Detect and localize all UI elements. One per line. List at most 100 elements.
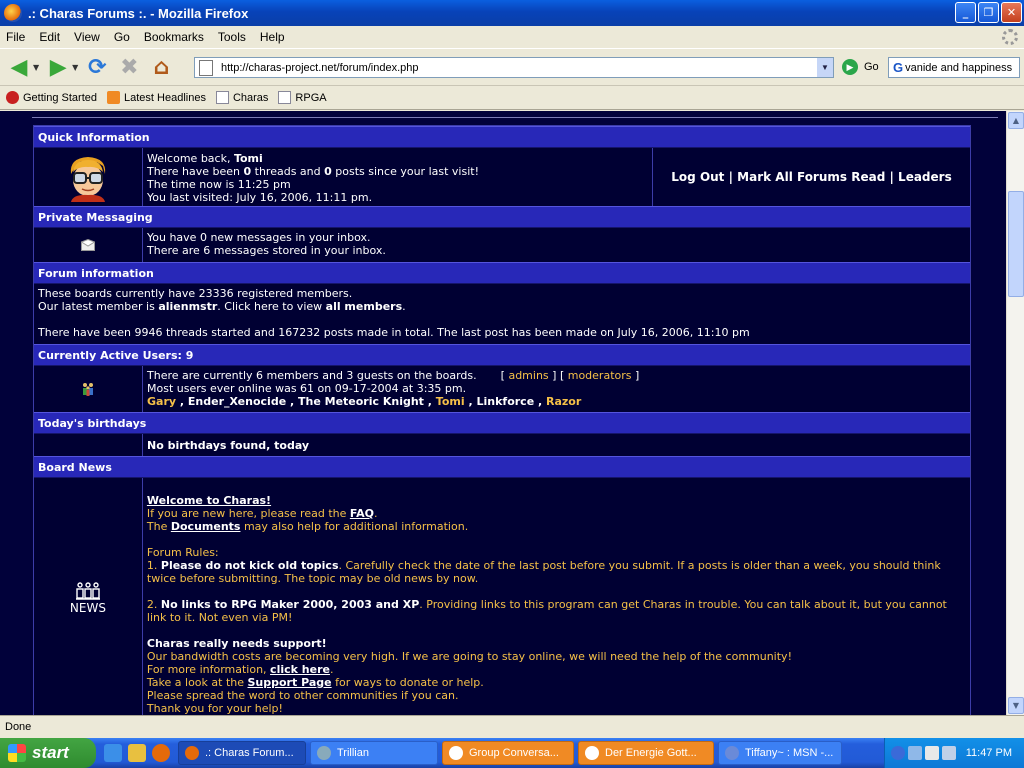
task-group-conversation[interactable]: Group Conversa... xyxy=(442,741,574,765)
firefox-icon xyxy=(185,746,199,760)
menu-view[interactable]: View xyxy=(74,30,100,44)
more-info-end: . xyxy=(329,663,334,676)
go-button[interactable]: ▶ Go xyxy=(842,59,879,75)
bookmark-latest-headlines[interactable]: Latest Headlines xyxy=(107,91,206,104)
taskbar: start .: Charas Forum... Trillian Group … xyxy=(0,738,1024,768)
username: Tomi xyxy=(233,152,263,165)
media-icon[interactable] xyxy=(128,744,146,762)
scroll-down-icon[interactable]: ▼ xyxy=(1008,697,1024,714)
posts-suffix: posts since your last visit! xyxy=(331,165,479,178)
bookmarks-toolbar: Getting Started Latest Headlines Charas … xyxy=(0,86,1024,110)
maximize-button[interactable]: ❐ xyxy=(978,2,999,23)
close-button[interactable]: ✕ xyxy=(1001,2,1022,23)
menu-bar: File Edit View Go Bookmarks Tools Help xyxy=(0,26,1024,48)
vertical-scrollbar[interactable]: ▲ ▼ xyxy=(1006,111,1024,715)
empty-icon-cell xyxy=(34,434,143,456)
forward-arrow-icon[interactable]: ▶ xyxy=(45,54,71,80)
home-icon[interactable]: ⌂ xyxy=(148,54,174,80)
bookmark-getting-started[interactable]: Getting Started xyxy=(6,91,97,104)
menu-edit[interactable]: Edit xyxy=(39,30,60,44)
support-page-link[interactable]: Support Page xyxy=(248,676,332,689)
faq-link[interactable]: FAQ xyxy=(350,507,374,520)
window-title: .: Charas Forums :. - Mozilla Firefox xyxy=(28,5,249,21)
start-label: start xyxy=(32,743,69,762)
getting-started-icon xyxy=(6,91,19,104)
support-title: Charas really needs support! xyxy=(146,637,327,650)
volume-icon[interactable] xyxy=(924,746,939,760)
moderators-link[interactable]: moderators xyxy=(568,369,632,382)
rule2-number: 2. xyxy=(146,598,161,611)
menu-file[interactable]: File xyxy=(6,30,25,44)
birthdays-text: No birthdays found, today xyxy=(147,439,310,452)
welcome-title-link[interactable]: Welcome to Charas! xyxy=(147,494,271,507)
msn-icon xyxy=(725,746,739,760)
logout-link[interactable]: Log Out xyxy=(671,170,724,184)
forward-dropdown-icon[interactable]: ▼ xyxy=(72,63,78,72)
admins-link[interactable]: admins xyxy=(508,369,548,382)
thread-post-stats: There have been 9946 threads started and… xyxy=(38,326,750,339)
latest-prefix: Our latest member is xyxy=(38,300,159,313)
menu-tools[interactable]: Tools xyxy=(218,30,246,44)
menu-help[interactable]: Help xyxy=(260,30,285,44)
all-members-link[interactable]: all members xyxy=(326,300,402,313)
menu-bookmarks[interactable]: Bookmarks xyxy=(144,30,204,44)
users-icon xyxy=(83,383,93,396)
stop-icon[interactable]: ✖ xyxy=(116,54,142,80)
pm-text: You have 0 new messages in your inbox. T… xyxy=(143,228,390,262)
url-bar[interactable]: http://charas-project.net/forum/index.ph… xyxy=(194,57,834,78)
task-label: Tiffany~ : MSN -... xyxy=(745,747,834,759)
firefox-icon[interactable] xyxy=(152,744,170,762)
forum-rules-title: Forum Rules: xyxy=(146,546,219,559)
task-trillian[interactable]: Trillian xyxy=(310,741,438,765)
minimize-button[interactable]: _ xyxy=(955,2,976,23)
take-look-prefix: Take a look at the xyxy=(146,676,248,689)
scroll-up-icon[interactable]: ▲ xyxy=(1008,112,1024,129)
threads-mid: threads and xyxy=(251,165,325,178)
back-dropdown-icon[interactable]: ▼ xyxy=(33,63,39,72)
task-der-energie-gott[interactable]: Der Energie Gott... xyxy=(578,741,714,765)
forum-info-text: These boards currently have 23336 regist… xyxy=(34,284,970,344)
reload-icon[interactable]: ⟳ xyxy=(84,54,110,80)
bookmark-charas[interactable]: Charas xyxy=(215,91,268,104)
task-label: Der Energie Gott... xyxy=(605,747,697,759)
chat-icon xyxy=(585,746,599,760)
leaders-link[interactable]: Leaders xyxy=(898,170,952,184)
user-link-razor[interactable]: Razor xyxy=(546,395,581,408)
windows-flag-icon xyxy=(8,744,26,762)
start-button[interactable]: start xyxy=(0,738,96,768)
task-label: .: Charas Forum... xyxy=(205,747,294,759)
bookmark-rpga[interactable]: RPGA xyxy=(278,91,327,104)
network-icon[interactable] xyxy=(907,746,922,760)
forum-info-table: Quick Information Welcome back, Tomi The… xyxy=(33,125,971,715)
rule1-number: 1. xyxy=(146,559,161,572)
mark-read-link[interactable]: Mark All Forums Read xyxy=(737,170,885,184)
user-link-linkforce[interactable]: Linkforce xyxy=(476,395,534,408)
task-charas-forums[interactable]: .: Charas Forum... xyxy=(178,741,306,765)
user-link-gary[interactable]: Gary xyxy=(147,395,176,408)
time-now: The time now is 11:25 pm xyxy=(147,178,291,191)
tray-expand-icon[interactable] xyxy=(890,746,905,760)
task-tiffany-msn[interactable]: Tiffany~ : MSN -... xyxy=(718,741,842,765)
search-input[interactable]: G vanide and happiness xyxy=(888,57,1020,78)
section-header-board-news: Board News xyxy=(34,456,970,478)
network-icon[interactable] xyxy=(941,746,956,760)
status-bar: Done xyxy=(0,715,1024,738)
documents-link[interactable]: Documents xyxy=(171,520,241,533)
board-news-row: NEWS Welcome to Charas! If you are new h… xyxy=(34,478,970,715)
user-link-meteoric-knight[interactable]: The Meteoric Knight xyxy=(298,395,424,408)
page-icon xyxy=(199,59,213,76)
task-label: Trillian xyxy=(337,747,369,759)
ie-icon[interactable] xyxy=(104,744,122,762)
click-here-link[interactable]: click here xyxy=(270,663,330,676)
user-link-tomi[interactable]: Tomi xyxy=(436,395,465,408)
scroll-thumb[interactable] xyxy=(1008,191,1024,297)
pm-new-messages: You have 0 new messages in your inbox. xyxy=(147,231,371,244)
url-dropdown-icon[interactable]: ▼ xyxy=(817,58,833,77)
google-icon: G xyxy=(893,60,904,75)
latest-member-link[interactable]: alienmstr xyxy=(158,300,217,313)
section-header-private-messaging: Private Messaging xyxy=(34,206,970,228)
new-here-prefix: If you are new here, please read the xyxy=(146,507,350,520)
menu-go[interactable]: Go xyxy=(114,30,130,44)
back-arrow-icon[interactable]: ◀ xyxy=(6,54,32,80)
user-link-ender-xenocide[interactable]: Ender_Xenocide xyxy=(188,395,286,408)
